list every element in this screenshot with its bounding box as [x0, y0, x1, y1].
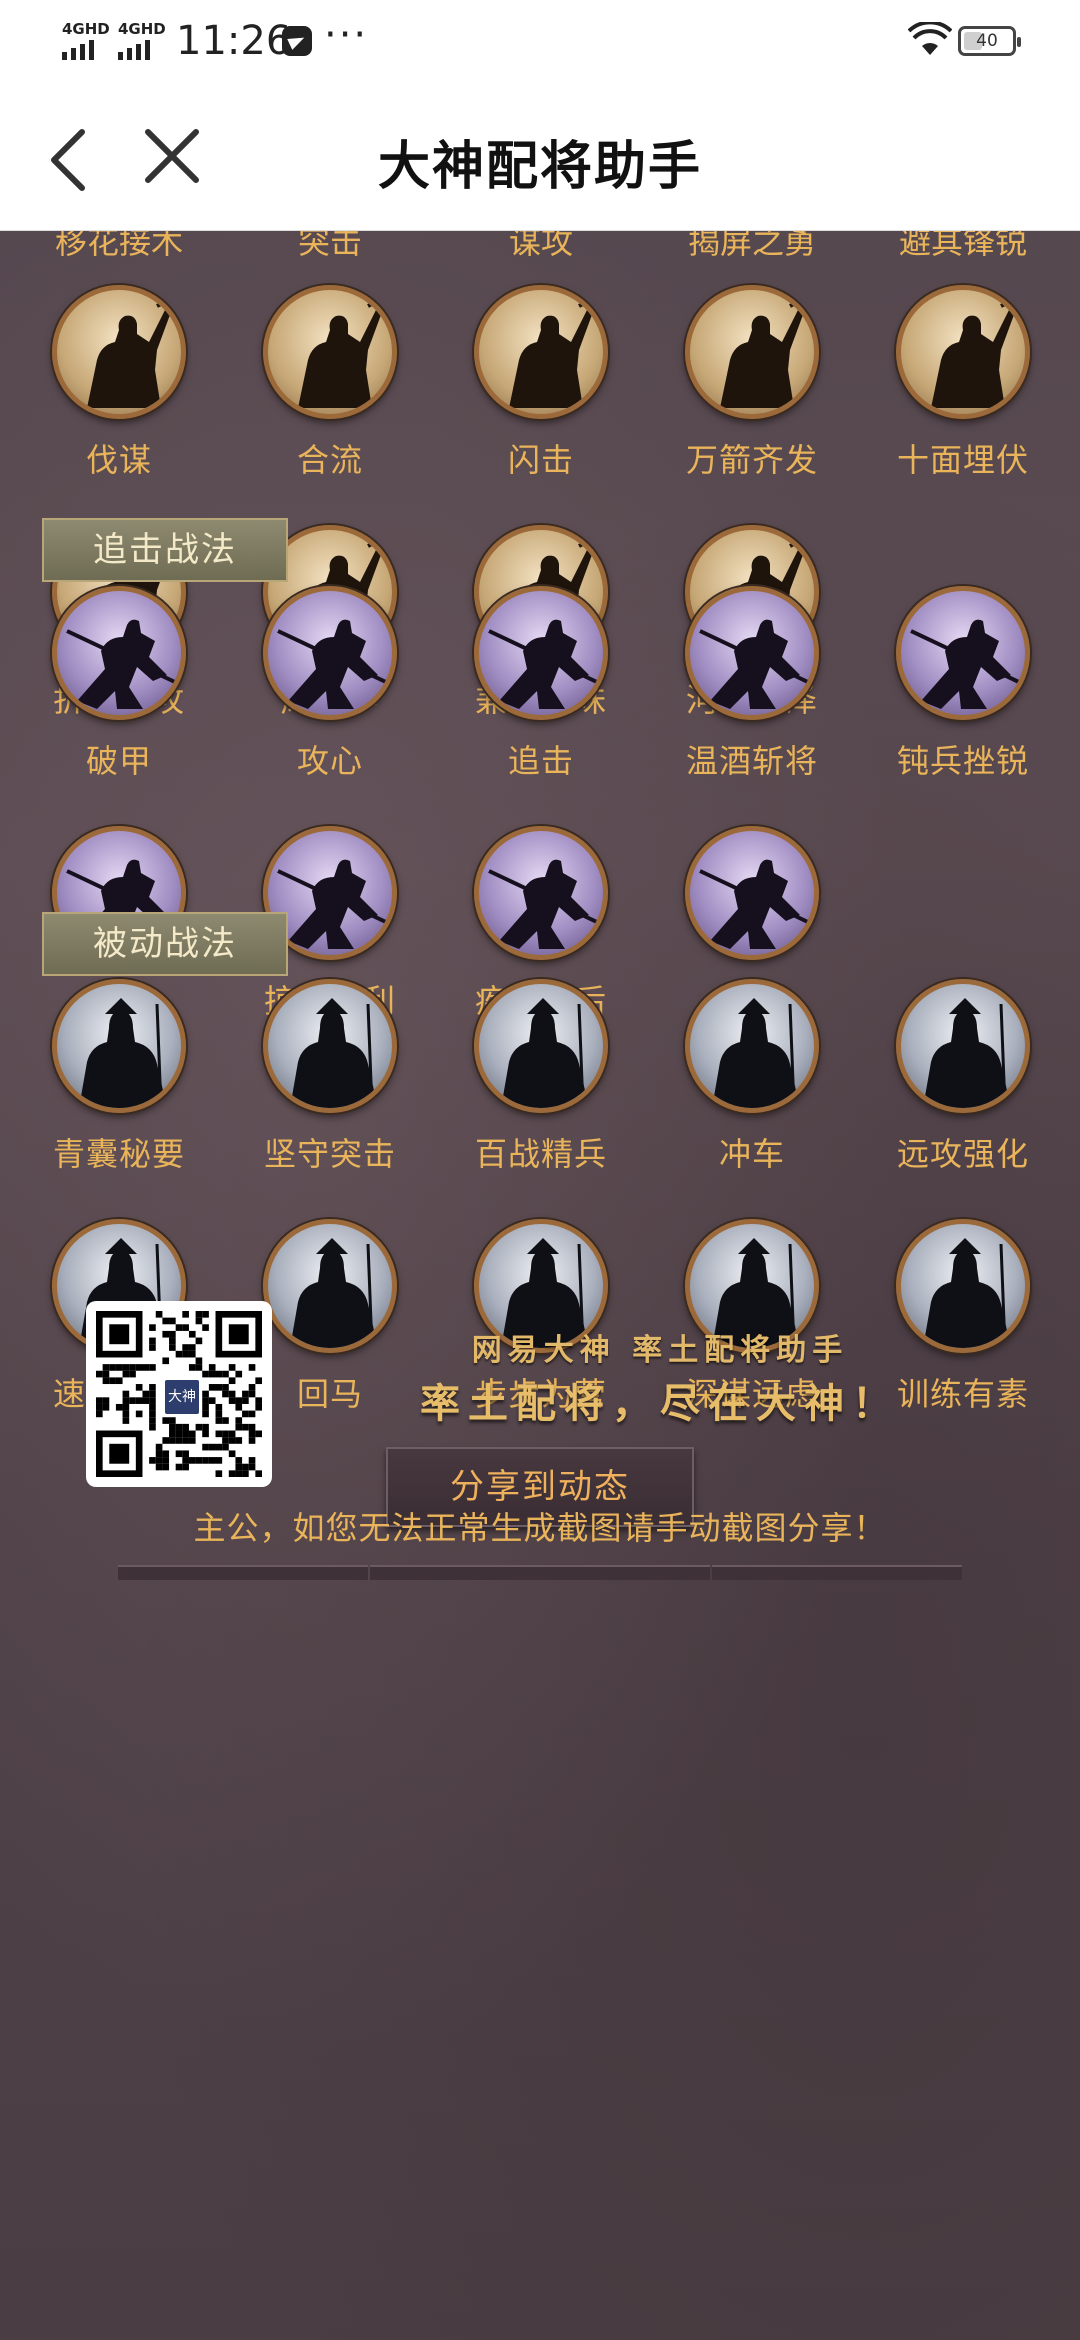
chase-skill-warrior-icon [474, 586, 608, 720]
active-skill-item[interactable]: 闪击 [436, 285, 646, 481]
chase-skill-warrior-icon [896, 586, 1030, 720]
clock: 11:26 [176, 18, 292, 64]
chase-skill-item[interactable]: 温酒斩将 [647, 586, 857, 782]
more-notifications-icon: ··· [324, 12, 369, 58]
section-header-chase: 追击战法 [42, 518, 288, 582]
skill-name-label: 破甲 [85, 742, 152, 780]
passive-skill-item[interactable]: 百战精兵 [436, 979, 646, 1175]
wifi-icon [908, 22, 952, 55]
chase-skill-item[interactable]: 攻心 [225, 586, 435, 782]
skill-name-label: 钝兵挫锐 [896, 742, 1029, 780]
chase-skill-item[interactable]: 破甲 [14, 586, 224, 782]
skill-name-label: 伐谋 [85, 441, 152, 479]
passive-skill-item[interactable]: 青囊秘要 [14, 979, 224, 1175]
active-skill-warrior-icon [685, 285, 819, 419]
skill-name-label: 十面埋伏 [896, 441, 1029, 479]
active-skill-item[interactable]: 十面埋伏 [858, 285, 1068, 481]
battery-icon: 40 [958, 26, 1021, 56]
skill-name-label: 冲车 [718, 1135, 785, 1173]
scrolled-off-labels: 移花接木 突击 谋攻 揭屏之勇 避其锋锐 [0, 231, 1080, 261]
partial-skill-name-label: 揭屏之勇 [687, 231, 816, 261]
warrior-silhouette-icon [910, 619, 1022, 709]
telegram-icon [282, 26, 312, 56]
partial-skill-name-label: 突击 [297, 231, 362, 261]
passive-skill-warrior-icon [263, 979, 397, 1113]
chase-skill-warrior-icon [263, 586, 397, 720]
partial-skill-name-label: 谋攻 [508, 231, 573, 261]
chase-skill-warrior-icon [52, 586, 186, 720]
skill-name-label: 温酒斩将 [685, 742, 818, 780]
warrior-silhouette-icon [298, 296, 385, 408]
chase-skill-warrior-icon [685, 826, 819, 960]
active-skill-warrior-icon [474, 285, 608, 419]
network-type-2: 4GHD [118, 20, 166, 38]
skill-name-label: 坚守突击 [263, 1135, 396, 1173]
section-header-passive: 被动战法 [42, 912, 288, 976]
warrior-silhouette-icon [699, 859, 811, 949]
passive-skill-item[interactable]: 坚守突击 [225, 979, 435, 1175]
skill-list-area[interactable]: 移花接木突击谋攻揭屏之勇避其锋锐 伐谋合流闪击万箭齐发十面埋伏折戟强攻凤仪亭兼弱… [0, 231, 1080, 2340]
skill-name-label: 远攻强化 [896, 1135, 1029, 1173]
warrior-silhouette-icon [87, 296, 174, 408]
bottom-button-strip [0, 1565, 1080, 1580]
warrior-silhouette-icon [720, 296, 807, 408]
screenshot-hint: 主公，如您无法正常生成截图请手动截图分享！ [193, 1509, 887, 1547]
warrior-silhouette-icon [290, 998, 378, 1108]
warrior-silhouette-icon [699, 619, 811, 709]
skill-name-label: 百战精兵 [474, 1135, 607, 1173]
passive-skill-warrior-icon [896, 979, 1030, 1113]
skill-name-label: 追击 [507, 742, 574, 780]
active-skill-warrior-icon [263, 285, 397, 419]
chase-skill-item[interactable]: 追击 [436, 586, 646, 782]
passive-skill-warrior-icon [52, 979, 186, 1113]
qr-code: 大神 [86, 1301, 272, 1487]
status-bar: 4GHD 4GHD 11:26 ··· 40 [0, 0, 1080, 84]
warrior-silhouette-icon [923, 998, 1011, 1108]
title-bar: 大神配将助手 [0, 84, 1080, 231]
warrior-silhouette-icon [277, 619, 389, 709]
skill-name-label: 万箭齐发 [685, 441, 818, 479]
chase-skill-warrior-icon [685, 586, 819, 720]
battery-percent: 40 [976, 31, 998, 51]
active-skill-item[interactable]: 万箭齐发 [647, 285, 857, 481]
partial-skill-name-label: 避其锋锐 [898, 231, 1027, 261]
slogan-line-2: 率土配将，尽在大神！ [420, 1380, 900, 1427]
chase-skill-warrior-icon [474, 826, 608, 960]
skill-name-label: 青囊秘要 [52, 1135, 185, 1173]
slogan-line-1: 网易大神 率土配将助手 [471, 1333, 849, 1368]
warrior-silhouette-icon [79, 998, 167, 1108]
cell-signal-2: 4GHD [118, 22, 166, 60]
passive-skill-item[interactable]: 远攻强化 [858, 979, 1068, 1175]
active-skill-item[interactable]: 合流 [225, 285, 435, 481]
active-skill-warrior-icon [52, 285, 186, 419]
skill-name-label: 闪击 [507, 441, 574, 479]
page-title: 大神配将助手 [377, 137, 702, 197]
active-skill-warrior-icon [896, 285, 1030, 419]
warrior-silhouette-icon [509, 296, 596, 408]
warrior-silhouette-icon [488, 619, 600, 709]
warrior-silhouette-icon [501, 998, 589, 1108]
cell-signal-1: 4GHD [62, 22, 110, 60]
skill-name-label: 合流 [296, 441, 363, 479]
qr-badge: 大神 [162, 1377, 202, 1417]
warrior-silhouette-icon [66, 619, 178, 709]
active-skill-item[interactable]: 伐谋 [14, 285, 224, 481]
passive-skill-warrior-icon [685, 979, 819, 1113]
warrior-silhouette-icon [712, 998, 800, 1108]
passive-skill-item[interactable]: 冲车 [647, 979, 857, 1175]
partial-skill-name-label: 移花接木 [54, 231, 183, 261]
warrior-silhouette-icon [931, 296, 1018, 408]
network-type-1: 4GHD [62, 20, 110, 38]
warrior-silhouette-icon [488, 859, 600, 949]
skill-name-label: 攻心 [296, 742, 363, 780]
chase-skill-item[interactable]: 钝兵挫锐 [858, 586, 1068, 782]
passive-skill-warrior-icon [474, 979, 608, 1113]
